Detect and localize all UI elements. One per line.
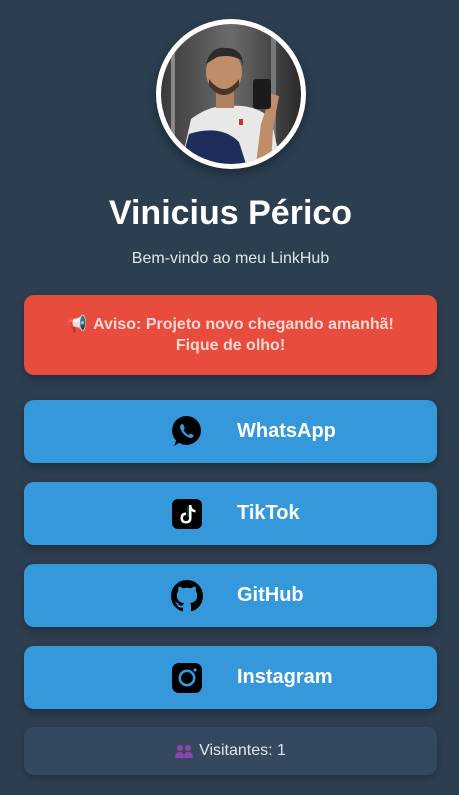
instagram-icon [170, 661, 203, 694]
people-icon [175, 743, 194, 759]
tiktok-link-button[interactable]: TikTok [24, 482, 437, 545]
profile-subtitle: Bem-vindo ao meu LinkHub [131, 250, 330, 267]
visitor-count-text: Visitantes: 1 [199, 742, 286, 759]
notice-content: 📢 Aviso: Projeto novo chegando amanhã! Fi… [44, 314, 417, 356]
github-icon [170, 579, 203, 612]
whatsapp-icon [170, 415, 203, 448]
notice-banner: 📢 Aviso: Projeto novo chegando amanhã! Fi… [24, 295, 437, 375]
megaphone-icon: 📢 [67, 316, 88, 333]
linkhub-page: Vinicius Périco Bem-vindo ao meu LinkHub… [24, 0, 437, 775]
avatar [155, 19, 306, 169]
instagram-link-button[interactable]: Instagram [24, 646, 437, 709]
whatsapp-link-button[interactable]: WhatsApp [24, 400, 437, 463]
notice-text: Aviso: Projeto novo chegando amanhã! Fiq… [93, 316, 394, 354]
github-link-label: GitHub [237, 584, 304, 606]
profile-photo [160, 24, 301, 164]
link-list: WhatsApp TikTok GitHub Instagram [24, 400, 437, 709]
profile-name: Vinicius Périco [108, 194, 353, 232]
tiktok-link-label: TikTok [237, 502, 300, 524]
tiktok-icon [170, 497, 203, 530]
visitor-counter: Visitantes: 1 [24, 727, 437, 775]
whatsapp-link-label: WhatsApp [237, 420, 336, 442]
github-link-button[interactable]: GitHub [24, 564, 437, 627]
instagram-link-label: Instagram [237, 666, 333, 688]
